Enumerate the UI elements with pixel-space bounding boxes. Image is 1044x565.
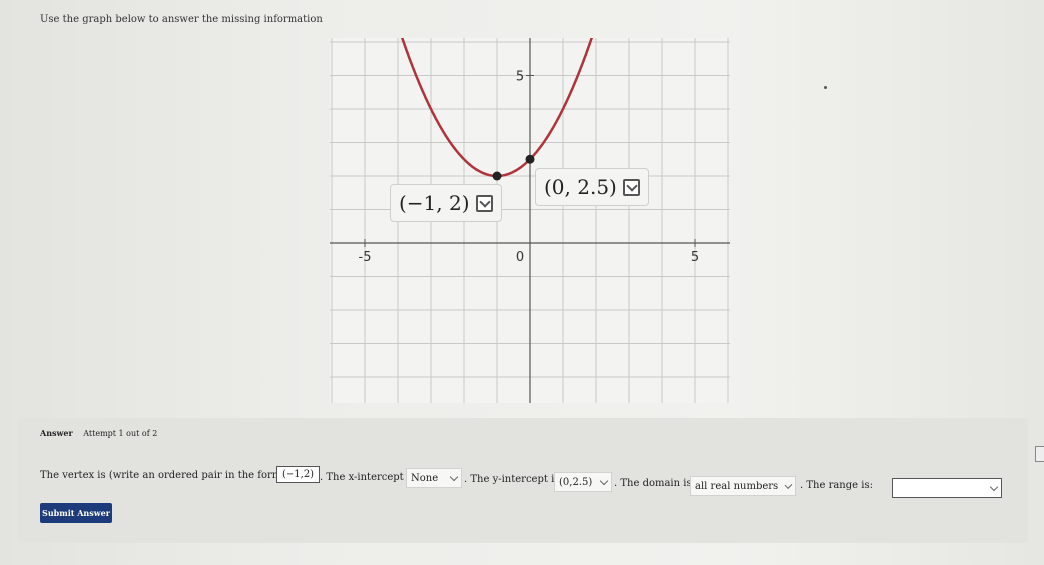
origin-label: 0 bbox=[516, 250, 524, 265]
y-intercept-prompt: . The y-intercept is: bbox=[464, 474, 563, 485]
page: Use the graph below to answer the missin… bbox=[0, 0, 1044, 565]
chevron-down-icon bbox=[599, 476, 609, 485]
domain-value: all real numbers bbox=[695, 480, 779, 492]
x-intercept-value: None bbox=[411, 472, 439, 484]
point-label-y-intercept[interactable]: (0, 2.5) bbox=[535, 168, 649, 206]
dust-dot bbox=[824, 86, 827, 89]
answer-panel: Answer Attempt 1 out of 2 The vertex is … bbox=[18, 418, 1028, 543]
answer-heading: Answer bbox=[40, 428, 73, 438]
point-label-text: (−1, 2) bbox=[399, 191, 470, 215]
graph: -5 0 5 5 (−1, 2) (0, 2.5) bbox=[330, 38, 730, 403]
chevron-down-icon bbox=[784, 480, 793, 489]
chevron-down-icon bbox=[989, 482, 999, 491]
vertex-input[interactable]: (−1,2) bbox=[276, 466, 321, 483]
vertex-prompt: The vertex is (write an ordered pair in … bbox=[40, 470, 314, 481]
edit-icon[interactable] bbox=[622, 178, 640, 196]
point-label-text: (0, 2.5) bbox=[544, 175, 617, 199]
x-intercept-dropdown[interactable]: None bbox=[406, 468, 462, 488]
range-dropdown[interactable] bbox=[892, 478, 1002, 498]
range-prompt: . The range is: bbox=[800, 480, 873, 491]
y-intercept-value: (0,2.5) bbox=[559, 476, 593, 488]
chevron-down-icon bbox=[449, 472, 459, 481]
domain-prompt: . The domain is: bbox=[614, 478, 695, 489]
x-tick-label: 5 bbox=[691, 250, 699, 265]
graph-point bbox=[492, 171, 502, 181]
x-tick-label: -5 bbox=[359, 250, 372, 265]
x-intercept-prompt: . The x-intercept is: bbox=[320, 472, 419, 483]
side-tab[interactable] bbox=[1035, 446, 1044, 462]
y-tick-label: 5 bbox=[516, 70, 524, 85]
domain-dropdown[interactable]: all real numbers bbox=[690, 476, 796, 496]
submit-answer-button[interactable]: Submit Answer bbox=[40, 503, 112, 523]
edit-icon[interactable] bbox=[475, 194, 493, 212]
y-intercept-dropdown[interactable]: (0,2.5) bbox=[554, 472, 612, 492]
point-label-vertex[interactable]: (−1, 2) bbox=[390, 184, 502, 222]
instructions-text: Use the graph below to answer the missin… bbox=[40, 14, 323, 25]
answer-header: Answer Attempt 1 out of 2 bbox=[40, 428, 157, 438]
graph-point bbox=[525, 154, 535, 164]
attempt-counter: Attempt 1 out of 2 bbox=[83, 429, 158, 438]
